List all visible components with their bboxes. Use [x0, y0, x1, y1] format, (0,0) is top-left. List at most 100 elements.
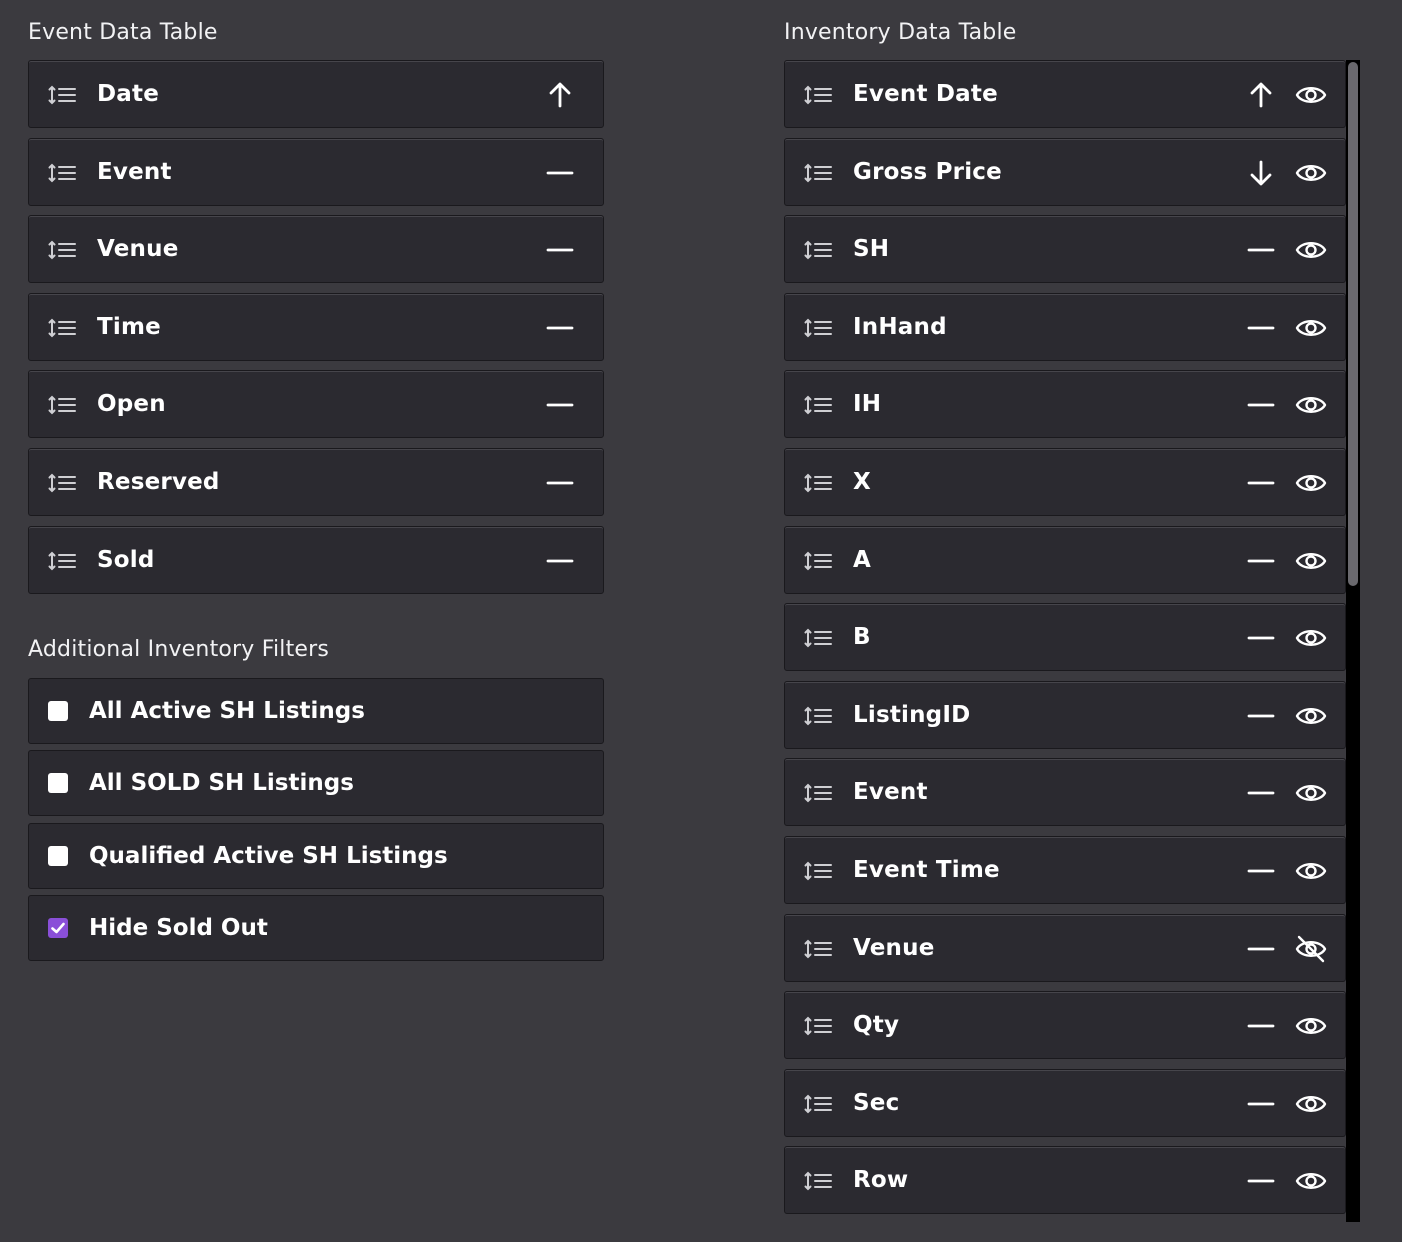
minus-icon[interactable]	[1247, 624, 1275, 652]
column-label: Event Date	[853, 81, 998, 107]
drag-handle-icon[interactable]	[48, 163, 78, 183]
column-row[interactable]: Sec	[784, 1068, 1346, 1137]
filter-item[interactable]: Qualified Active SH Listings	[28, 822, 604, 889]
checkbox-checked[interactable]	[48, 917, 68, 938]
checkbox[interactable]	[48, 701, 68, 721]
drag-handle-icon[interactable]	[804, 861, 834, 881]
column-label: Event Time	[853, 857, 1000, 883]
minus-icon[interactable]	[1247, 469, 1275, 497]
minus-icon[interactable]	[1247, 857, 1275, 885]
drag-handle-icon[interactable]	[804, 1094, 834, 1114]
arrow-down-icon[interactable]	[1247, 159, 1275, 187]
minus-icon[interactable]	[546, 469, 574, 497]
filter-label: All SOLD SH Listings	[89, 770, 354, 797]
drag-handle-icon[interactable]	[48, 318, 78, 338]
column-row[interactable]: Gross Price	[784, 137, 1346, 206]
drag-handle-icon[interactable]	[804, 240, 834, 260]
drag-handle-icon[interactable]	[804, 628, 834, 648]
column-row[interactable]: InHand	[784, 292, 1346, 361]
column-label: InHand	[853, 313, 947, 340]
eye-icon[interactable]	[1295, 469, 1327, 497]
eye-icon[interactable]	[1295, 1090, 1327, 1118]
column-label: Event	[853, 779, 928, 806]
scrollbar-thumb[interactable]	[1348, 62, 1358, 586]
column-row[interactable]: Open	[28, 370, 604, 439]
eye-icon[interactable]	[1295, 159, 1327, 187]
column-label: Sec	[853, 1089, 900, 1116]
minus-icon[interactable]	[1247, 1090, 1275, 1118]
eye-icon[interactable]	[1295, 702, 1327, 730]
drag-handle-icon[interactable]	[48, 551, 78, 571]
column-row[interactable]: Event Time	[784, 836, 1346, 904]
minus-icon[interactable]	[1247, 314, 1275, 342]
drag-handle-icon[interactable]	[804, 163, 834, 183]
column-label: IH	[853, 391, 882, 418]
column-row[interactable]: B	[784, 603, 1346, 672]
minus-icon[interactable]	[546, 159, 574, 187]
minus-icon[interactable]	[546, 314, 574, 342]
drag-handle-icon[interactable]	[804, 1171, 834, 1191]
minus-icon[interactable]	[546, 547, 574, 575]
filter-item[interactable]: All Active SH Listings	[28, 678, 604, 744]
drag-handle-icon[interactable]	[804, 473, 834, 493]
drag-handle-icon[interactable]	[804, 551, 834, 571]
eye-icon[interactable]	[1295, 624, 1327, 652]
drag-handle-icon[interactable]	[48, 85, 78, 105]
eye-icon[interactable]	[1295, 779, 1327, 807]
drag-handle-icon[interactable]	[48, 240, 78, 260]
column-row[interactable]: IH	[784, 370, 1346, 439]
minus-icon[interactable]	[546, 236, 574, 264]
column-row[interactable]: Row	[784, 1146, 1346, 1215]
minus-icon[interactable]	[1247, 1012, 1275, 1040]
eye-icon[interactable]	[1295, 391, 1327, 419]
column-row[interactable]: Event	[28, 137, 604, 206]
minus-icon[interactable]	[1247, 236, 1275, 264]
drag-handle-icon[interactable]	[804, 783, 834, 803]
checkbox[interactable]	[48, 773, 68, 794]
arrow-up-icon[interactable]	[546, 81, 574, 109]
drag-handle-icon[interactable]	[804, 318, 834, 338]
column-row[interactable]: A	[784, 525, 1346, 594]
eye-icon[interactable]	[1295, 547, 1327, 575]
eye-icon[interactable]	[1295, 81, 1327, 109]
filter-item[interactable]: All SOLD SH Listings	[28, 750, 604, 817]
minus-icon[interactable]	[1247, 702, 1275, 730]
column-row[interactable]: Event Date	[784, 60, 1346, 128]
column-row[interactable]: ListingID	[784, 680, 1346, 749]
drag-handle-icon[interactable]	[804, 395, 834, 415]
drag-handle-icon[interactable]	[804, 1016, 834, 1036]
minus-icon[interactable]	[1247, 1167, 1275, 1195]
drag-handle-icon[interactable]	[804, 939, 834, 959]
column-row[interactable]: Sold	[28, 525, 604, 594]
eye-icon[interactable]	[1295, 236, 1327, 264]
filter-item[interactable]: Hide Sold Out	[28, 894, 604, 961]
minus-icon[interactable]	[1247, 391, 1275, 419]
minus-icon[interactable]	[546, 391, 574, 419]
column-row[interactable]: Qty	[784, 991, 1346, 1060]
column-label: A	[853, 546, 872, 573]
column-row[interactable]: Venue	[784, 913, 1346, 982]
filter-label: All Active SH Listings	[89, 698, 365, 724]
minus-icon[interactable]	[1247, 935, 1275, 963]
eye-off-icon[interactable]	[1295, 935, 1327, 963]
column-row[interactable]: SH	[784, 215, 1346, 284]
eye-icon[interactable]	[1295, 1012, 1327, 1040]
drag-handle-icon[interactable]	[48, 473, 78, 493]
drag-handle-icon[interactable]	[804, 85, 834, 105]
column-label: Venue	[853, 934, 935, 961]
eye-icon[interactable]	[1295, 1167, 1327, 1195]
column-row[interactable]: X	[784, 448, 1346, 516]
column-row[interactable]: Date	[28, 60, 604, 128]
minus-icon[interactable]	[1247, 547, 1275, 575]
eye-icon[interactable]	[1295, 857, 1327, 885]
eye-icon[interactable]	[1295, 314, 1327, 342]
column-row[interactable]: Time	[28, 292, 604, 361]
checkbox[interactable]	[48, 845, 68, 866]
drag-handle-icon[interactable]	[804, 706, 834, 726]
arrow-up-icon[interactable]	[1247, 81, 1275, 109]
column-row[interactable]: Venue	[28, 215, 604, 284]
minus-icon[interactable]	[1247, 779, 1275, 807]
column-row[interactable]: Reserved	[28, 448, 604, 516]
column-row[interactable]: Event	[784, 758, 1346, 827]
drag-handle-icon[interactable]	[48, 395, 78, 415]
